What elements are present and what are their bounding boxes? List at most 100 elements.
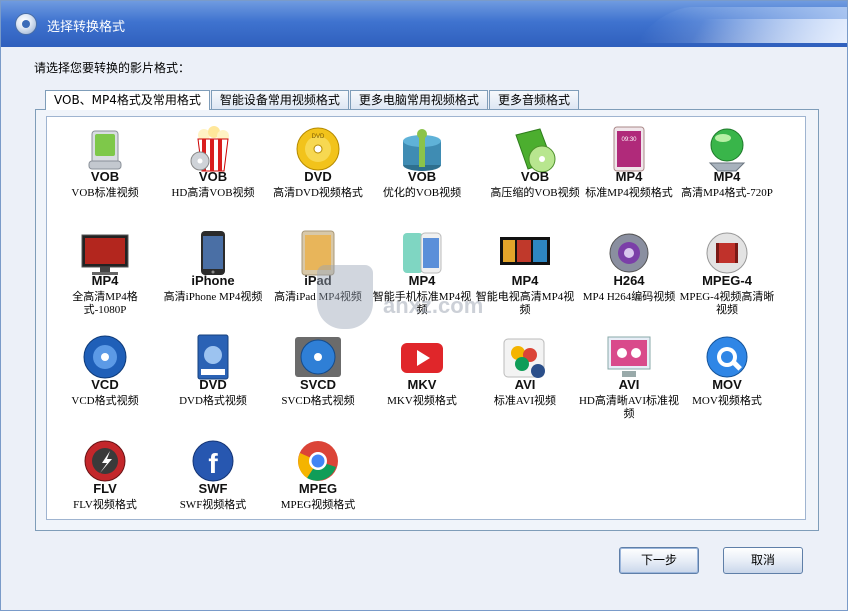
format-desc: 全高清MP4格式-1080P bbox=[72, 291, 138, 316]
next-button[interactable]: 下一步 bbox=[619, 547, 699, 574]
format-desc: MP4 H264编码视频 bbox=[582, 291, 676, 303]
format-grid: VOB VOB标准视频 VOB HD高清VOB视频 DVD DVD 高清DVD视… bbox=[46, 116, 806, 520]
smartphone-icon bbox=[403, 232, 442, 274]
format-name: DVD bbox=[199, 377, 227, 392]
format-name: FLV bbox=[93, 481, 117, 496]
format-desc: 标准MP4视频格式 bbox=[585, 187, 673, 199]
format-desc: FLV视频格式 bbox=[73, 499, 137, 511]
svg-text:09:30: 09:30 bbox=[621, 137, 637, 143]
ipad-icon bbox=[301, 230, 335, 276]
tab-vob-mp4[interactable]: VOB、MP4格式及常用格式 bbox=[45, 90, 210, 110]
format-name: VCD bbox=[91, 377, 119, 392]
format-item[interactable]: VOB 高压缩的VOB视频 bbox=[483, 121, 587, 217]
green-orb-icon bbox=[708, 128, 746, 172]
dialog-window: 选择转换格式 请选择您要转换的影片格式： VOB、MP4格式及常用格式 智能设备… bbox=[0, 0, 848, 611]
cancel-button[interactable]: 取消 bbox=[723, 547, 803, 574]
format-item[interactable]: iPhone 高清iPhone MP4视频 bbox=[161, 225, 265, 321]
format-desc: MPEG-4视频高清晰视频 bbox=[679, 291, 775, 316]
iphone-icon bbox=[201, 231, 225, 275]
format-item[interactable]: VCD VCD格式视频 bbox=[53, 329, 157, 425]
format-name: SWF bbox=[198, 481, 228, 496]
app-logo-icon bbox=[15, 13, 37, 35]
format-item[interactable]: MP4 高清MP4格式-720P bbox=[675, 121, 779, 217]
format-item[interactable]: MP4 智能手机标准MP4视频 bbox=[370, 225, 474, 321]
format-desc: 标准AVI视频 bbox=[493, 395, 557, 407]
format-name: iPhone bbox=[191, 273, 235, 288]
tab-audio-formats[interactable]: 更多音频格式 bbox=[488, 90, 579, 109]
format-desc: HD高清VOB视频 bbox=[171, 187, 255, 199]
format-name: MPEG bbox=[298, 481, 338, 496]
format-desc: 高清DVD视频格式 bbox=[273, 187, 363, 199]
format-name: MP4 bbox=[615, 169, 643, 184]
facebook-orb-icon: f bbox=[192, 440, 234, 482]
format-item[interactable]: f SWF SWF视频格式 bbox=[161, 433, 265, 529]
format-item[interactable]: MP4 智能电视高清MP4视频 bbox=[473, 225, 577, 321]
monitor-icon bbox=[81, 234, 129, 275]
format-item[interactable]: AVI HD高清晰AVI标准视频 bbox=[577, 329, 681, 425]
tablet-icon: 09:30 bbox=[613, 126, 645, 172]
svg-text:f: f bbox=[208, 448, 218, 479]
format-desc: DVD格式视频 bbox=[179, 395, 247, 407]
format-desc: MPEG视频格式 bbox=[280, 499, 356, 511]
format-name: MPEG-4 bbox=[702, 273, 752, 288]
format-name: iPad bbox=[304, 273, 332, 288]
format-item[interactable]: VOB 优化的VOB视频 bbox=[370, 121, 474, 217]
format-desc: VOB标准视频 bbox=[71, 187, 139, 199]
format-name: MOV bbox=[712, 377, 742, 392]
format-name: VOB bbox=[90, 169, 120, 184]
format-item[interactable]: MOV MOV视频格式 bbox=[675, 329, 779, 425]
format-name: AVI bbox=[514, 377, 536, 392]
format-item[interactable]: iPad 高清iPad MP4视频 bbox=[266, 225, 370, 321]
format-desc: 优化的VOB视频 bbox=[382, 187, 462, 199]
green-disc-icon bbox=[515, 128, 556, 173]
format-name: MP4 bbox=[713, 169, 741, 184]
format-item[interactable]: AVI 标准AVI视频 bbox=[473, 329, 577, 425]
format-desc: SWF视频格式 bbox=[179, 499, 247, 511]
dvd-case-icon bbox=[197, 334, 229, 380]
chrome-icon bbox=[298, 441, 338, 481]
format-name: MP4 bbox=[511, 273, 539, 288]
vcd-disc-icon bbox=[83, 335, 127, 379]
format-desc: SVCD格式视频 bbox=[281, 395, 355, 407]
format-item[interactable]: VOB HD高清VOB视频 bbox=[161, 121, 265, 217]
window-title: 选择转换格式 bbox=[47, 20, 126, 35]
format-desc: MOV视频格式 bbox=[692, 395, 762, 407]
format-desc: 高压缩的VOB视频 bbox=[490, 187, 580, 199]
svcd-disc-icon bbox=[295, 337, 341, 377]
tab-pc-formats[interactable]: 更多电脑常用视频格式 bbox=[349, 90, 488, 109]
resize-grip-icon[interactable] bbox=[1, 591, 9, 611]
format-name: H264 bbox=[613, 273, 645, 288]
title-bar[interactable]: 选择转换格式 bbox=[1, 1, 847, 47]
format-item[interactable]: 09:30 MP4 标准MP4视频格式 bbox=[577, 121, 681, 217]
film-orb-icon bbox=[706, 232, 748, 274]
format-name: DVD bbox=[304, 169, 332, 184]
format-item[interactable]: VOB VOB标准视频 bbox=[53, 121, 157, 217]
format-desc: 智能手机标准MP4视频 bbox=[372, 291, 472, 316]
format-item[interactable]: MP4 全高清MP4格式-1080P bbox=[53, 225, 157, 321]
format-desc: VCD格式视频 bbox=[71, 395, 139, 407]
format-name: MP4 bbox=[91, 273, 119, 288]
format-item[interactable]: MKV MKV视频格式 bbox=[370, 329, 474, 425]
screen-icon bbox=[607, 336, 651, 377]
format-desc: MKV视频格式 bbox=[387, 395, 457, 407]
gift-box-icon bbox=[403, 129, 441, 171]
format-item[interactable]: DVD DVD格式视频 bbox=[161, 329, 265, 425]
format-item[interactable]: MPEG MPEG视频格式 bbox=[266, 433, 370, 529]
dvd-disc-icon: DVD bbox=[296, 127, 340, 171]
h264-orb-icon bbox=[609, 233, 649, 273]
popcorn-icon bbox=[190, 126, 229, 172]
quicktime-icon bbox=[706, 336, 748, 378]
play-button-icon bbox=[401, 343, 443, 373]
format-name: VOB bbox=[407, 169, 437, 184]
format-item[interactable]: H264 MP4 H264编码视频 bbox=[577, 225, 681, 321]
format-desc: HD高清晰AVI标准视频 bbox=[578, 395, 680, 420]
photos-icon bbox=[503, 338, 545, 378]
format-item[interactable]: SVCD SVCD格式视频 bbox=[266, 329, 370, 425]
format-desc: 高清MP4格式-720P bbox=[681, 187, 773, 199]
format-item[interactable]: FLV FLV视频格式 bbox=[53, 433, 157, 529]
format-item[interactable]: MPEG-4 MPEG-4视频高清晰视频 bbox=[675, 225, 779, 321]
smart-tv-icon bbox=[500, 237, 550, 265]
title-swoosh-decoration-2 bbox=[690, 19, 847, 43]
format-item[interactable]: DVD DVD 高清DVD视频格式 bbox=[266, 121, 370, 217]
tab-smart-devices[interactable]: 智能设备常用视频格式 bbox=[210, 90, 349, 109]
